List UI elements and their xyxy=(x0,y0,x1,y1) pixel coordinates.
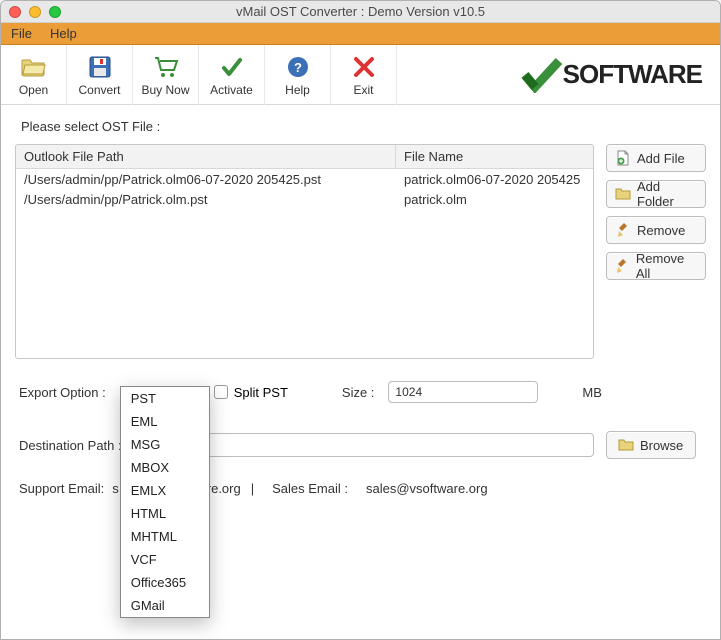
dropdown-item[interactable]: EML xyxy=(121,410,209,433)
buy-label: Buy Now xyxy=(141,83,189,97)
brand-logo: SOFTWARE xyxy=(397,57,720,93)
remove-label: Remove xyxy=(637,223,685,238)
content-area: Please select OST File : Outlook File Pa… xyxy=(1,105,720,506)
file-table: Outlook File Path File Name /Users/admin… xyxy=(15,144,594,359)
help-icon: ? xyxy=(284,53,312,81)
size-label: Size : xyxy=(342,385,375,400)
destination-row: Destination Path : Browse xyxy=(15,431,706,459)
brand-text: SOFTWARE xyxy=(563,59,702,90)
convert-label: Convert xyxy=(78,83,120,97)
remove-all-button[interactable]: Remove All xyxy=(606,252,706,280)
add-file-label: Add File xyxy=(637,151,685,166)
size-unit: MB xyxy=(582,385,602,400)
brand-check-icon xyxy=(519,57,563,93)
table-header: Outlook File Path File Name xyxy=(16,145,593,169)
cart-icon xyxy=(152,53,180,81)
dropdown-item[interactable]: EMLX xyxy=(121,479,209,502)
select-file-hint: Please select OST File : xyxy=(15,115,706,144)
open-label: Open xyxy=(19,83,48,97)
activate-label: Activate xyxy=(210,83,253,97)
split-pst-checkbox[interactable]: Split PST xyxy=(214,385,288,400)
dropdown-item[interactable]: MBOX xyxy=(121,456,209,479)
broom-icon xyxy=(615,222,631,238)
convert-button[interactable]: Convert xyxy=(67,45,133,105)
folder-icon xyxy=(615,186,631,202)
help-label: Help xyxy=(285,83,310,97)
footer: Support Email: s re.org | Sales Email : … xyxy=(15,481,706,496)
col-name[interactable]: File Name xyxy=(396,149,593,164)
help-button[interactable]: ? Help xyxy=(265,45,331,105)
cell-path: /Users/admin/pp/Patrick.olm.pst xyxy=(16,192,396,207)
folder-icon xyxy=(618,437,634,453)
file-add-icon xyxy=(615,150,631,166)
dropdown-item[interactable]: VCF xyxy=(121,548,209,571)
options-row: Export Option : PST EML MSG MBOX EMLX HT… xyxy=(15,381,706,403)
dropdown-item[interactable]: GMail xyxy=(121,594,209,617)
menu-file[interactable]: File xyxy=(11,26,32,41)
folder-open-icon xyxy=(20,53,48,81)
table-row[interactable]: /Users/admin/pp/Patrick.olm.pst patrick.… xyxy=(16,189,593,209)
dropdown-menu: PST EML MSG MBOX EMLX HTML MHTML VCF Off… xyxy=(120,386,210,618)
toolbar: Open Convert Buy Now Activate ? Help xyxy=(1,45,720,105)
open-button[interactable]: Open xyxy=(1,45,67,105)
add-folder-button[interactable]: Add Folder xyxy=(606,180,706,208)
dropdown-item[interactable]: Office365 xyxy=(121,571,209,594)
menu-help[interactable]: Help xyxy=(50,26,77,41)
app-window: vMail OST Converter : Demo Version v10.5… xyxy=(0,0,721,640)
remove-all-label: Remove All xyxy=(636,251,697,281)
dropdown-item[interactable]: MHTML xyxy=(121,525,209,548)
export-option-label: Export Option : xyxy=(19,385,106,400)
add-file-button[interactable]: Add File xyxy=(606,144,706,172)
buy-now-button[interactable]: Buy Now xyxy=(133,45,199,105)
save-icon xyxy=(86,53,114,81)
browse-button[interactable]: Browse xyxy=(606,431,696,459)
broom-icon xyxy=(615,258,630,274)
titlebar: vMail OST Converter : Demo Version v10.5 xyxy=(1,1,720,23)
remove-button[interactable]: Remove xyxy=(606,216,706,244)
support-email-suffix: re.org xyxy=(207,481,241,496)
col-path[interactable]: Outlook File Path xyxy=(16,145,396,168)
menubar: File Help xyxy=(1,23,720,45)
add-folder-label: Add Folder xyxy=(637,179,697,209)
support-email-prefix: s xyxy=(112,481,119,496)
support-email-label: Support Email: xyxy=(19,481,104,496)
dropdown-item[interactable]: PST xyxy=(121,387,209,410)
sales-email-label: Sales Email : xyxy=(272,481,348,496)
dropdown-item[interactable]: MSG xyxy=(121,433,209,456)
close-x-icon xyxy=(350,53,378,81)
size-input[interactable] xyxy=(388,381,538,403)
cell-name: patrick.olm xyxy=(396,192,593,207)
destination-label: Destination Path : xyxy=(19,438,122,453)
checkbox-icon xyxy=(214,385,228,399)
table-row[interactable]: /Users/admin/pp/Patrick.olm06-07-2020 20… xyxy=(16,169,593,189)
window-title: vMail OST Converter : Demo Version v10.5 xyxy=(1,4,720,19)
split-label: Split PST xyxy=(234,385,288,400)
sales-email-value: sales@vsoftware.org xyxy=(366,481,488,496)
dropdown-item[interactable]: HTML xyxy=(121,502,209,525)
check-icon xyxy=(218,53,246,81)
exit-button[interactable]: Exit xyxy=(331,45,397,105)
exit-label: Exit xyxy=(353,83,373,97)
svg-text:?: ? xyxy=(294,60,302,75)
side-buttons: Add File Add Folder Remove xyxy=(606,144,706,359)
activate-button[interactable]: Activate xyxy=(199,45,265,105)
browse-label: Browse xyxy=(640,438,683,453)
cell-name: patrick.olm06-07-2020 205425 xyxy=(396,172,593,187)
cell-path: /Users/admin/pp/Patrick.olm06-07-2020 20… xyxy=(16,172,396,187)
